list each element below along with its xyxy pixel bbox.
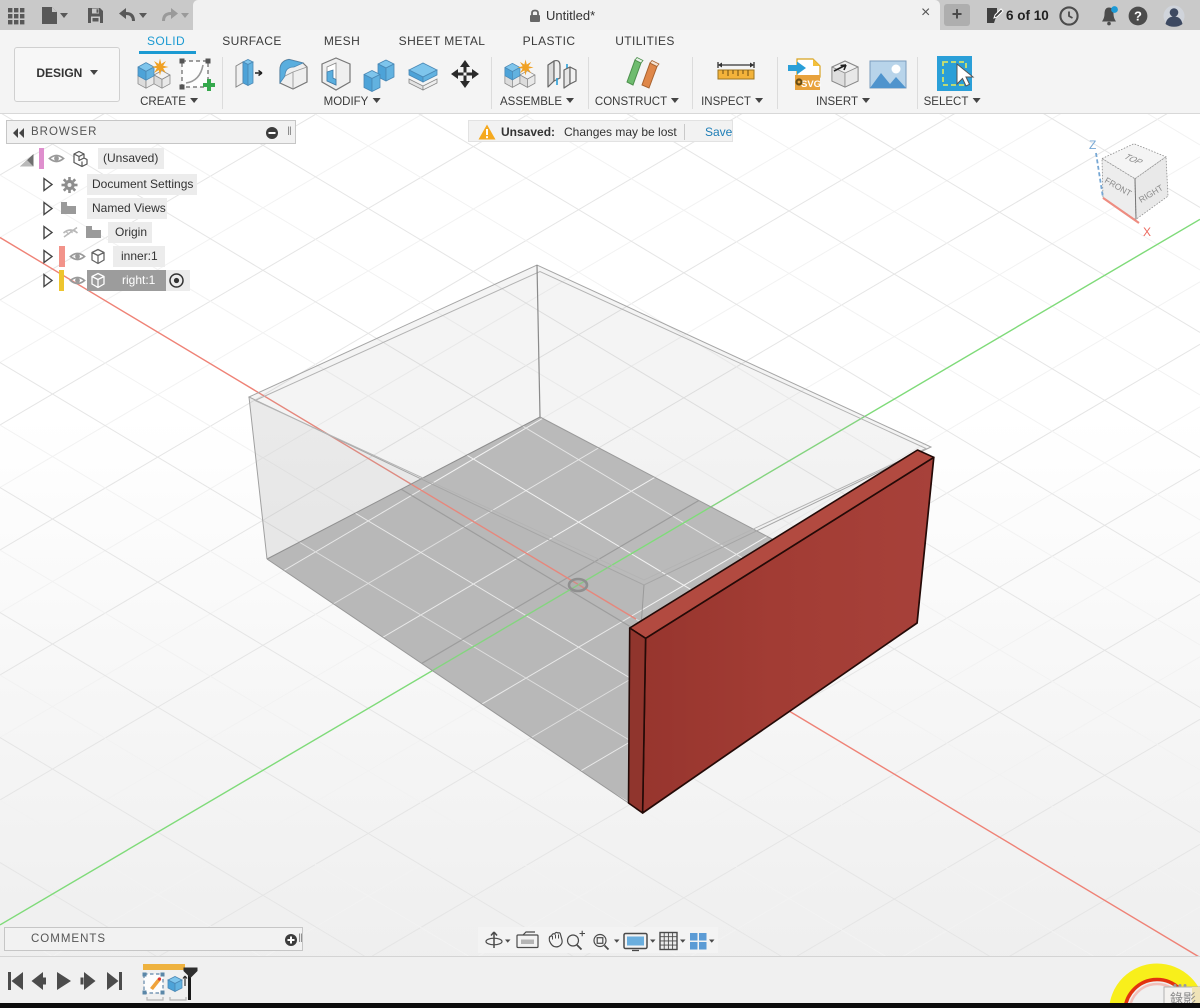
svg-text:Z: Z — [1089, 138, 1096, 152]
svg-text:?: ? — [1134, 9, 1142, 24]
svg-text:X: X — [1143, 225, 1151, 239]
svg-text:SVG: SVG — [801, 79, 821, 90]
